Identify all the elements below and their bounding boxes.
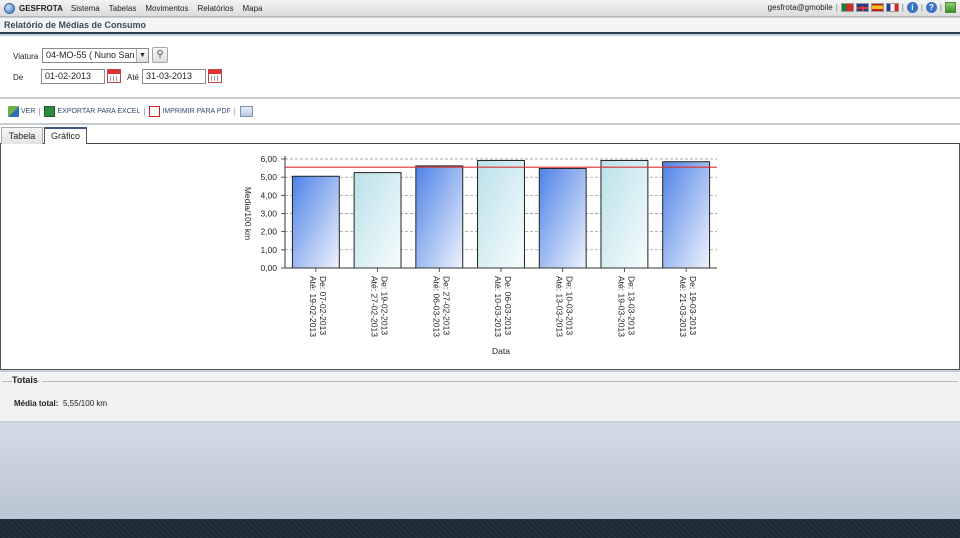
totals-title: Totais — [12, 375, 42, 385]
menu-sistema[interactable]: Sistema — [71, 4, 100, 13]
export-excel-label: EXPORTAR PARA EXCEL — [57, 107, 141, 115]
y-tick-label: 4,00 — [260, 190, 277, 200]
x-tick-label: De: 07-02-2013Até: 19-02-2013 — [308, 276, 328, 337]
top-menu-bar: GESFROTA Sistema Tabelas Movimentos Rela… — [0, 0, 960, 17]
print-pdf-button[interactable]: IMPRIMIR PARA PDF — [149, 105, 231, 117]
x-axis-title: Data — [492, 346, 510, 356]
view-report-icon — [8, 105, 19, 117]
email-icon — [239, 105, 253, 117]
x-tick-label-line: Até: 06-03-2013 — [431, 276, 441, 337]
print-pdf-label: IMPRIMIR PARA PDF — [162, 107, 231, 115]
footer-bar — [0, 519, 960, 538]
bar — [291, 175, 340, 269]
search-viatura-button[interactable]: ⚲ — [152, 47, 168, 63]
y-tick-label: 3,00 — [260, 209, 277, 219]
x-tick-label: De: 13-03-2013Até: 19-03-2013 — [616, 276, 636, 337]
flag-fr-icon[interactable] — [885, 3, 899, 12]
totals-divider — [2, 381, 958, 382]
x-tick-label: De: 27-02-2013Até: 06-03-2013 — [431, 276, 451, 337]
top-right-tools: gesfrota@gmobile | | i | ? | — [768, 2, 956, 13]
help-icon[interactable]: ? — [925, 2, 937, 13]
ate-label: Até — [127, 73, 140, 82]
bar — [353, 172, 402, 269]
x-tick-label-line: Até: 27-02-2013 — [370, 276, 380, 337]
x-tick-label-line: De: 19-03-2013 — [688, 276, 698, 335]
x-tick-label-line: Até: 13-03-2013 — [555, 276, 565, 337]
calendar-from-icon[interactable] — [107, 69, 121, 83]
filter-panel: Viatura 04-MO-55 ( Nuno San ▼ ⚲ De 01-02… — [0, 36, 960, 98]
viatura-label: Viatura — [13, 52, 39, 61]
tab-grafico[interactable]: Gráfico — [44, 127, 87, 145]
date-to-input[interactable]: 31-03-2013 — [142, 69, 206, 84]
send-email-button[interactable] — [239, 105, 255, 117]
date-from-input[interactable]: 01-02-2013 — [41, 69, 105, 84]
x-tick-label: De: 19-02-2013Até: 27-02-2013 — [370, 276, 390, 337]
export-excel-button[interactable]: EXPORTAR PARA EXCEL — [44, 105, 141, 117]
flag-uk-icon[interactable] — [855, 3, 869, 12]
calendar-to-icon[interactable] — [208, 69, 222, 83]
user-name: gesfrota@gmobile — [767, 3, 833, 12]
media-total-value: 5,55/100 km — [63, 399, 108, 408]
gesfrota-logo-icon — [4, 2, 15, 14]
y-tick-label: 0,00 — [260, 263, 277, 273]
view-tabs: Tabela Gráfico — [0, 125, 960, 145]
x-tick-label-line: De: 19-02-2013 — [380, 276, 390, 335]
bar — [662, 161, 711, 269]
x-tick-label-line: Até: 21-03-2013 — [678, 276, 688, 337]
x-tick-label-line: Até: 19-03-2013 — [616, 276, 626, 337]
search-icon: ⚲ — [156, 49, 164, 60]
pdf-icon — [149, 105, 161, 117]
de-label: De — [13, 73, 24, 82]
x-tick-label: De: 19-03-2013Até: 21-03-2013 — [678, 276, 698, 337]
y-axis-title: Media/100 km — [243, 187, 253, 240]
brand[interactable]: GESFROTA — [4, 2, 63, 14]
consumption-bar-chart: 0,00 1,00 2,00 3,00 4,00 5,00 6,00 De: 07-02-20… — [243, 154, 717, 356]
x-tick-label-line: De: 06-03-2013 — [503, 276, 513, 335]
bar — [538, 167, 587, 269]
logout-icon[interactable] — [945, 2, 956, 13]
main-menu: Sistema Tabelas Movimentos Relatórios Ma… — [71, 4, 272, 13]
media-total-label: Média total: — [14, 399, 59, 408]
x-tick-label-line: Até: 10-03-2013 — [493, 276, 503, 337]
y-tick-label: 1,00 — [260, 245, 277, 255]
page-background — [0, 423, 960, 519]
tab-tabela[interactable]: Tabela — [1, 127, 43, 144]
bar — [415, 165, 464, 269]
y-tick-label: 5,00 — [260, 172, 277, 182]
page-title: Relatório de Médias de Consumo — [0, 18, 960, 34]
x-tick-label-line: De: 13-03-2013 — [626, 276, 636, 335]
x-tick-label-line: Até: 19-02-2013 — [308, 276, 318, 337]
x-tick-label: De: 10-03-2013Até: 13-03-2013 — [555, 276, 575, 337]
y-tick-label: 2,00 — [260, 227, 277, 237]
bar — [600, 159, 649, 269]
flag-pt-icon[interactable] — [840, 3, 854, 12]
x-tick-label-line: De: 27-02-2013 — [441, 276, 451, 335]
bar — [477, 159, 525, 269]
menu-tabelas[interactable]: Tabelas — [109, 4, 137, 13]
menu-relatorios[interactable]: Relatórios — [197, 4, 233, 13]
flag-es-icon[interactable] — [870, 3, 884, 12]
x-tick-label-line: De: 07-02-2013 — [318, 276, 328, 335]
x-tick-label: De: 06-03-2013Até: 10-03-2013 — [493, 276, 513, 337]
viatura-value: 04-MO-55 ( Nuno San — [46, 50, 135, 60]
chevron-down-icon[interactable]: ▼ — [136, 49, 148, 62]
x-tick-label-line: De: 10-03-2013 — [565, 276, 575, 335]
ver-label: VER — [21, 107, 36, 115]
menu-mapa[interactable]: Mapa — [242, 4, 262, 13]
ver-button[interactable]: VER — [8, 105, 36, 117]
viatura-select[interactable]: 04-MO-55 ( Nuno San ▼ — [42, 48, 149, 63]
brand-name: GESFROTA — [19, 3, 63, 13]
menu-movimentos[interactable]: Movimentos — [145, 4, 188, 13]
report-toolbar: VER | EXPORTAR PARA EXCEL | IMPRIMIR PAR… — [0, 99, 960, 124]
excel-icon — [44, 105, 56, 117]
y-tick-label: 6,00 — [260, 154, 277, 164]
chart-panel: 0,00 1,00 2,00 3,00 4,00 5,00 6,00 De: 07-02-20… — [0, 144, 960, 370]
totals-panel: Totais Média total: 5,55/100 km — [0, 372, 960, 422]
info-icon[interactable]: i — [906, 2, 918, 13]
